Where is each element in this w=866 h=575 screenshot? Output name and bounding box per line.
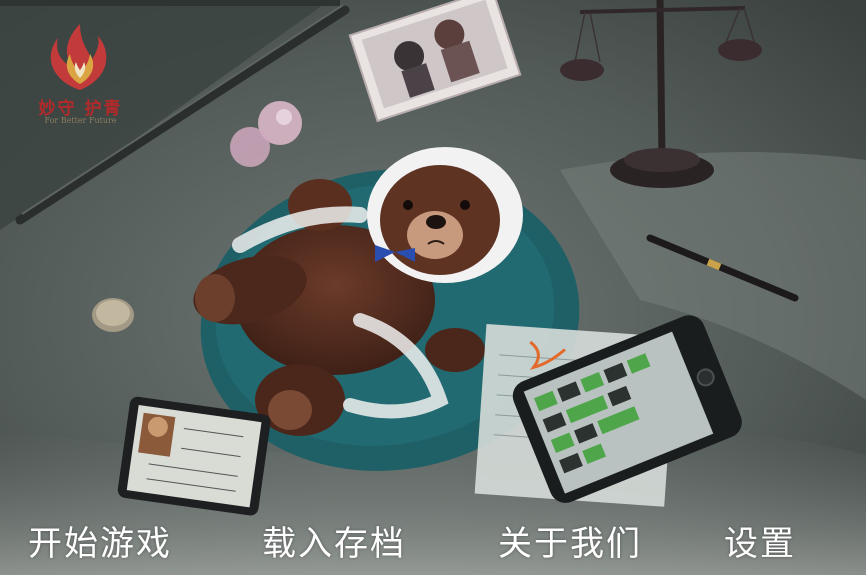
- title-screen: 妙守 护青 For Better Future 开始游戏 载入存档 关于我们 设…: [0, 0, 866, 575]
- load-save-button[interactable]: 载入存档: [262, 516, 406, 565]
- game-logo: 妙守 护青 For Better Future: [18, 20, 143, 130]
- main-menu: 开始游戏 载入存档 关于我们 设置: [0, 508, 866, 570]
- logo-subtitle: For Better Future: [44, 116, 117, 125]
- about-us-button[interactable]: 关于我们: [498, 516, 642, 565]
- start-game-button[interactable]: 开始游戏: [28, 516, 172, 565]
- flame-emblem-icon: [50, 24, 107, 90]
- settings-button[interactable]: 设置: [724, 516, 796, 565]
